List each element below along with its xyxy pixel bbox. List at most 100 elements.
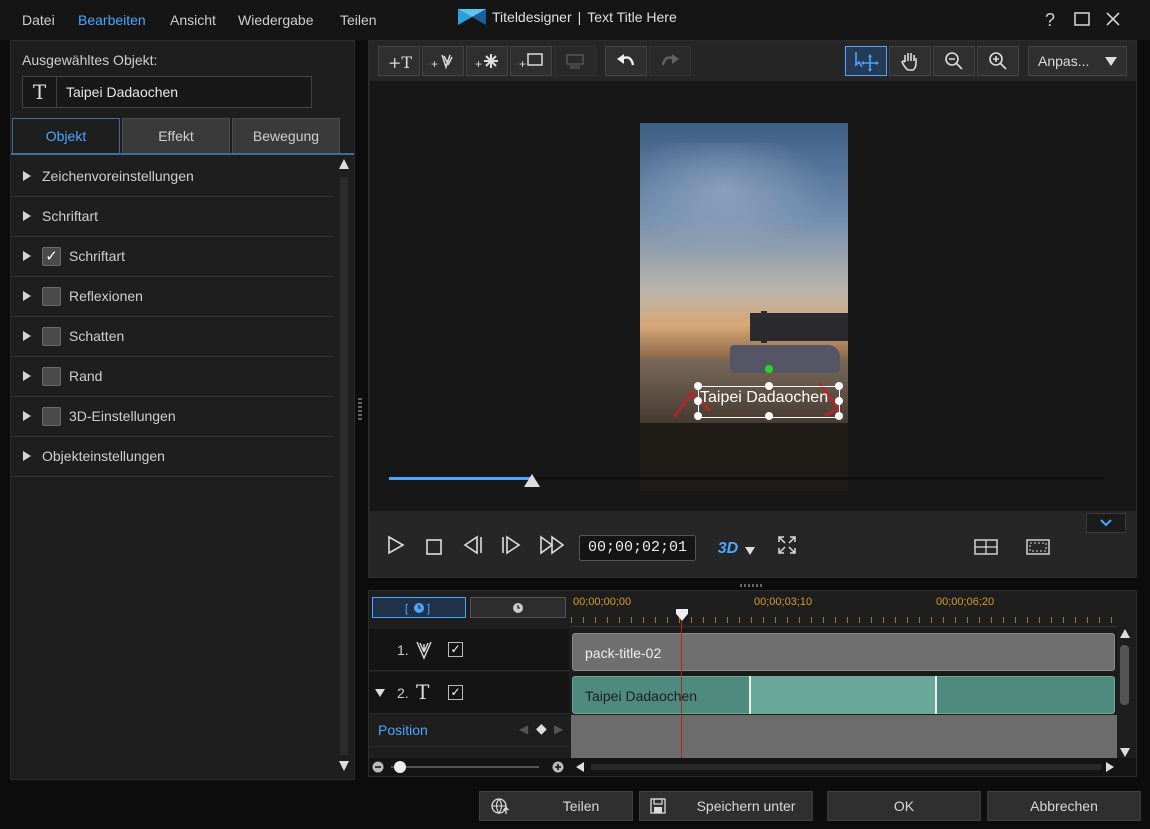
timeline-hscroll[interactable] bbox=[591, 764, 1101, 770]
safe-zone-button[interactable] bbox=[1024, 535, 1052, 563]
zoom-out-icon[interactable] bbox=[372, 761, 384, 773]
enable-checkbox[interactable] bbox=[42, 287, 61, 306]
insert-particle-button[interactable]: + bbox=[422, 46, 464, 76]
track-visible-checkbox[interactable]: ✓ bbox=[448, 685, 463, 700]
previous-frame-button[interactable] bbox=[459, 535, 487, 563]
scroll-right-icon[interactable] bbox=[1106, 762, 1114, 772]
next-frame-button[interactable] bbox=[497, 535, 525, 563]
zoom-out-button[interactable] bbox=[933, 46, 975, 76]
prev-keyframe-icon[interactable]: ◀ bbox=[519, 722, 528, 736]
track-lane-2[interactable]: Taipei Dadaochen bbox=[571, 672, 1117, 714]
help-icon[interactable]: ? bbox=[1040, 10, 1060, 30]
time-mode-button[interactable] bbox=[470, 597, 566, 618]
section-schriftart-checked[interactable]: ✓ Schriftart bbox=[11, 237, 333, 277]
add-keyframe-icon[interactable]: ◆ bbox=[536, 720, 547, 737]
resize-handle[interactable] bbox=[835, 397, 843, 405]
scroll-up-icon[interactable] bbox=[1120, 629, 1130, 638]
timeline-clip[interactable]: pack-title-02 bbox=[572, 633, 1115, 671]
insert-effect-button[interactable]: + bbox=[466, 46, 508, 76]
section-rand[interactable]: Rand bbox=[11, 357, 333, 397]
keyframe-lane[interactable] bbox=[571, 715, 1117, 747]
pan-button[interactable] bbox=[889, 46, 931, 76]
3d-mode-dropdown[interactable] bbox=[742, 535, 758, 563]
seek-thumb[interactable] bbox=[524, 474, 540, 487]
section-zeichenvoreinstellungen[interactable]: Zeichenvoreinstellungen bbox=[11, 157, 333, 197]
tab-bewegung[interactable]: Bewegung bbox=[232, 118, 340, 154]
scroll-up-icon[interactable] bbox=[339, 159, 349, 169]
expand-panel-button[interactable] bbox=[1086, 513, 1126, 533]
zoom-in-icon[interactable] bbox=[552, 761, 564, 773]
expand-arrow-icon[interactable] bbox=[23, 211, 31, 221]
expand-arrow-icon[interactable] bbox=[23, 371, 31, 381]
enable-checkbox[interactable] bbox=[42, 407, 61, 426]
scroll-down-icon[interactable] bbox=[1120, 748, 1130, 757]
zoom-slider-thumb[interactable] bbox=[394, 761, 406, 773]
tab-objekt[interactable]: Objekt bbox=[12, 118, 120, 154]
menu-bearbeiten[interactable]: Bearbeiten bbox=[78, 12, 146, 28]
share-button[interactable]: Teilen bbox=[479, 791, 633, 821]
close-icon[interactable] bbox=[1103, 10, 1123, 30]
expand-arrow-icon[interactable] bbox=[23, 251, 31, 261]
scrollbar-track[interactable] bbox=[340, 177, 348, 755]
insert-background-button[interactable] bbox=[554, 46, 596, 76]
enable-checkbox[interactable]: ✓ bbox=[42, 247, 61, 266]
time-ruler[interactable]: 00;00;00;00 00;00;03;10 00;00;06;20 bbox=[571, 591, 1117, 627]
properties-scrollbar[interactable] bbox=[337, 157, 351, 775]
ok-button[interactable]: OK bbox=[827, 791, 981, 821]
timeline-vscroll-thumb[interactable] bbox=[1120, 645, 1129, 705]
resize-handle[interactable] bbox=[835, 382, 843, 390]
section-schriftart[interactable]: Schriftart bbox=[11, 197, 333, 237]
select-move-button[interactable] bbox=[845, 46, 887, 76]
timecode-mode-button[interactable]: [] bbox=[372, 597, 466, 618]
scroll-left-icon[interactable] bbox=[576, 762, 584, 772]
stop-button[interactable] bbox=[420, 535, 448, 563]
section-objekteinstellungen[interactable]: Objekteinstellungen bbox=[11, 437, 333, 477]
resize-handle[interactable] bbox=[694, 382, 702, 390]
3d-mode-button[interactable]: 3D bbox=[714, 535, 742, 563]
zoom-slider-track[interactable] bbox=[391, 766, 539, 768]
resize-handle[interactable] bbox=[765, 382, 773, 390]
enable-checkbox[interactable] bbox=[42, 327, 61, 346]
insert-image-button[interactable]: + bbox=[510, 46, 552, 76]
resize-handle[interactable] bbox=[694, 412, 702, 420]
undo-button[interactable] bbox=[605, 46, 647, 76]
expand-arrow-icon[interactable] bbox=[23, 171, 31, 181]
expand-arrow-icon[interactable] bbox=[23, 451, 31, 461]
cancel-button[interactable]: Abbrechen bbox=[987, 791, 1141, 821]
expand-arrow-icon[interactable] bbox=[23, 411, 31, 421]
fast-forward-button[interactable] bbox=[536, 535, 570, 563]
zoom-in-button[interactable] bbox=[977, 46, 1019, 76]
menu-datei[interactable]: Datei bbox=[22, 12, 55, 28]
save-as-button[interactable]: Speichern unter bbox=[639, 791, 813, 821]
enable-checkbox[interactable] bbox=[42, 367, 61, 386]
expand-arrow-icon[interactable] bbox=[23, 331, 31, 341]
play-button[interactable] bbox=[382, 535, 410, 563]
panel-splitter[interactable] bbox=[358, 398, 362, 420]
menu-ansicht[interactable]: Ansicht bbox=[170, 12, 216, 28]
clip-hold-segment[interactable] bbox=[749, 676, 937, 714]
fullscreen-button[interactable] bbox=[773, 535, 801, 563]
menu-wiedergabe[interactable]: Wiedergabe bbox=[238, 12, 314, 28]
grid-lines-button[interactable] bbox=[972, 535, 1000, 563]
keyframe-lane-2[interactable] bbox=[571, 747, 1117, 758]
expand-arrow-icon[interactable] bbox=[23, 291, 31, 301]
section-reflexionen[interactable]: Reflexionen bbox=[11, 277, 333, 317]
keyframe-label[interactable]: Position bbox=[378, 722, 428, 738]
collapse-arrow-icon[interactable] bbox=[375, 689, 385, 697]
track-visible-checkbox[interactable]: ✓ bbox=[448, 642, 463, 657]
next-keyframe-icon[interactable]: ▶ bbox=[554, 722, 563, 736]
section-3d-einstellungen[interactable]: 3D-Einstellungen bbox=[11, 397, 333, 437]
redo-button[interactable] bbox=[649, 46, 691, 76]
insert-text-button[interactable]: +T bbox=[378, 46, 420, 76]
tab-effekt[interactable]: Effekt bbox=[122, 118, 230, 154]
timecode-display[interactable]: 00;00;02;01 bbox=[579, 535, 696, 561]
rotate-handle[interactable] bbox=[765, 365, 773, 373]
track-lane-1[interactable]: pack-title-02 bbox=[571, 629, 1117, 671]
resize-handle[interactable] bbox=[835, 412, 843, 420]
section-schatten[interactable]: Schatten bbox=[11, 317, 333, 357]
resize-handle[interactable] bbox=[765, 412, 773, 420]
preview-canvas[interactable]: Taipei Dadaochen bbox=[370, 81, 1136, 511]
maximize-icon[interactable] bbox=[1072, 10, 1092, 30]
resize-handle[interactable] bbox=[694, 397, 702, 405]
scroll-down-icon[interactable] bbox=[339, 761, 349, 771]
